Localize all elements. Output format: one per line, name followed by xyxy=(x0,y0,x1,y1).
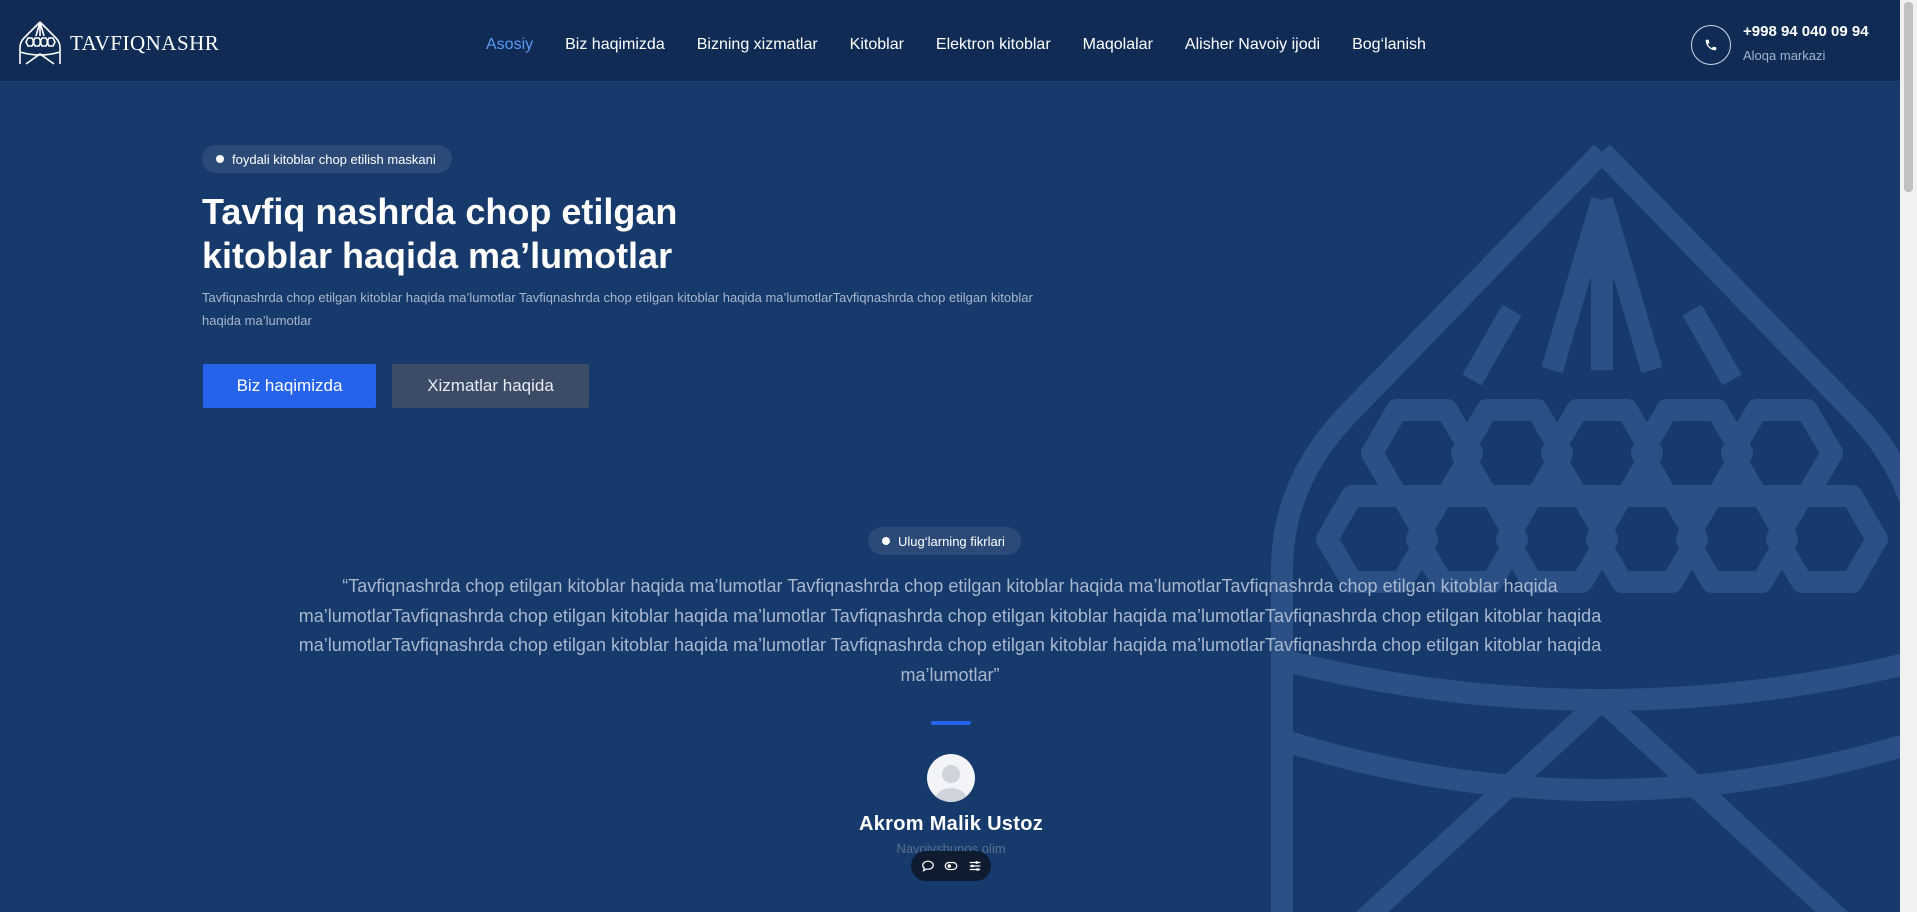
hero-badge: foydali kitoblar chop etilish maskani xyxy=(202,145,452,173)
logo-text: TAVFIQNASHR xyxy=(70,30,220,55)
badge-dot-icon xyxy=(216,155,224,163)
badge-dot-icon xyxy=(882,537,890,545)
services-button[interactable]: Xizmatlar haqida xyxy=(392,364,589,408)
testimonial-badge: Ulug‘larning fikrlari xyxy=(868,527,1021,555)
testimonial-badge-text: Ulug‘larning fikrlari xyxy=(898,533,1005,549)
site-header: TAVFIQNASHR Asosiy Biz haqimizda Bizning… xyxy=(0,0,1900,82)
eye-toggle-icon[interactable] xyxy=(944,859,958,873)
nav-item-asosiy[interactable]: Asosiy xyxy=(486,36,533,54)
dome-icon xyxy=(19,21,61,65)
page: TAVFIQNASHR Asosiy Biz haqimizda Bizning… xyxy=(0,0,1900,912)
user-avatar-icon xyxy=(935,765,967,802)
settings-sliders-icon[interactable] xyxy=(968,859,982,873)
hero-title: Tavfiq nashrda chop etilgan kitoblar haq… xyxy=(202,190,762,278)
page-scrollbar[interactable] xyxy=(1900,0,1917,912)
phone-icon xyxy=(1705,39,1717,51)
hero-description: Tavfiqnashrda chop etilgan kitoblar haqi… xyxy=(202,290,1033,328)
scrollbar-thumb[interactable] xyxy=(1904,2,1913,192)
floating-toolbar xyxy=(911,851,991,881)
hero-title-line1: Tavfiq nashrda chop etilgan xyxy=(202,191,678,232)
testimonial-quote: “Tavfiqnashrda chop etilgan kitoblar haq… xyxy=(298,576,1602,685)
nav-item-boglanish[interactable]: Bog‘lanish xyxy=(1352,36,1426,54)
hero-badge-text: foydali kitoblar chop etilish maskani xyxy=(232,151,436,167)
comment-icon[interactable] xyxy=(921,859,935,873)
phone-call-button[interactable] xyxy=(1691,25,1731,65)
nav-item-maqolalar[interactable]: Maqolalar xyxy=(1083,36,1153,54)
nav-item-alisher-navoiy-ijodi[interactable]: Alisher Navoiy ijodi xyxy=(1185,36,1320,54)
nav-item-elektron-kitoblar[interactable]: Elektron kitoblar xyxy=(936,36,1051,54)
author-name: Akrom Malik Ustoz xyxy=(858,813,1044,835)
nav-item-biz-haqimizda[interactable]: Biz haqimizda xyxy=(565,36,665,54)
hero-title-line2: kitoblar haqida ma’lumotlar xyxy=(202,235,673,276)
phone-number[interactable]: +998 94 040 09 94 xyxy=(1743,23,1869,40)
phone-label: Aloqa markazi xyxy=(1743,48,1826,63)
dome-ornament-background xyxy=(1271,144,1900,912)
main-nav: Asosiy Biz haqimizda Bizning xizmatlar K… xyxy=(486,36,1426,54)
testimonial-divider xyxy=(931,721,971,725)
site-logo[interactable]: TAVFIQNASHR xyxy=(18,20,219,66)
nav-item-bizning-xizmatlar[interactable]: Bizning xizmatlar xyxy=(697,36,818,54)
author-avatar xyxy=(927,754,975,802)
nav-item-kitoblar[interactable]: Kitoblar xyxy=(850,36,904,54)
about-us-button[interactable]: Biz haqimizda xyxy=(203,364,376,408)
